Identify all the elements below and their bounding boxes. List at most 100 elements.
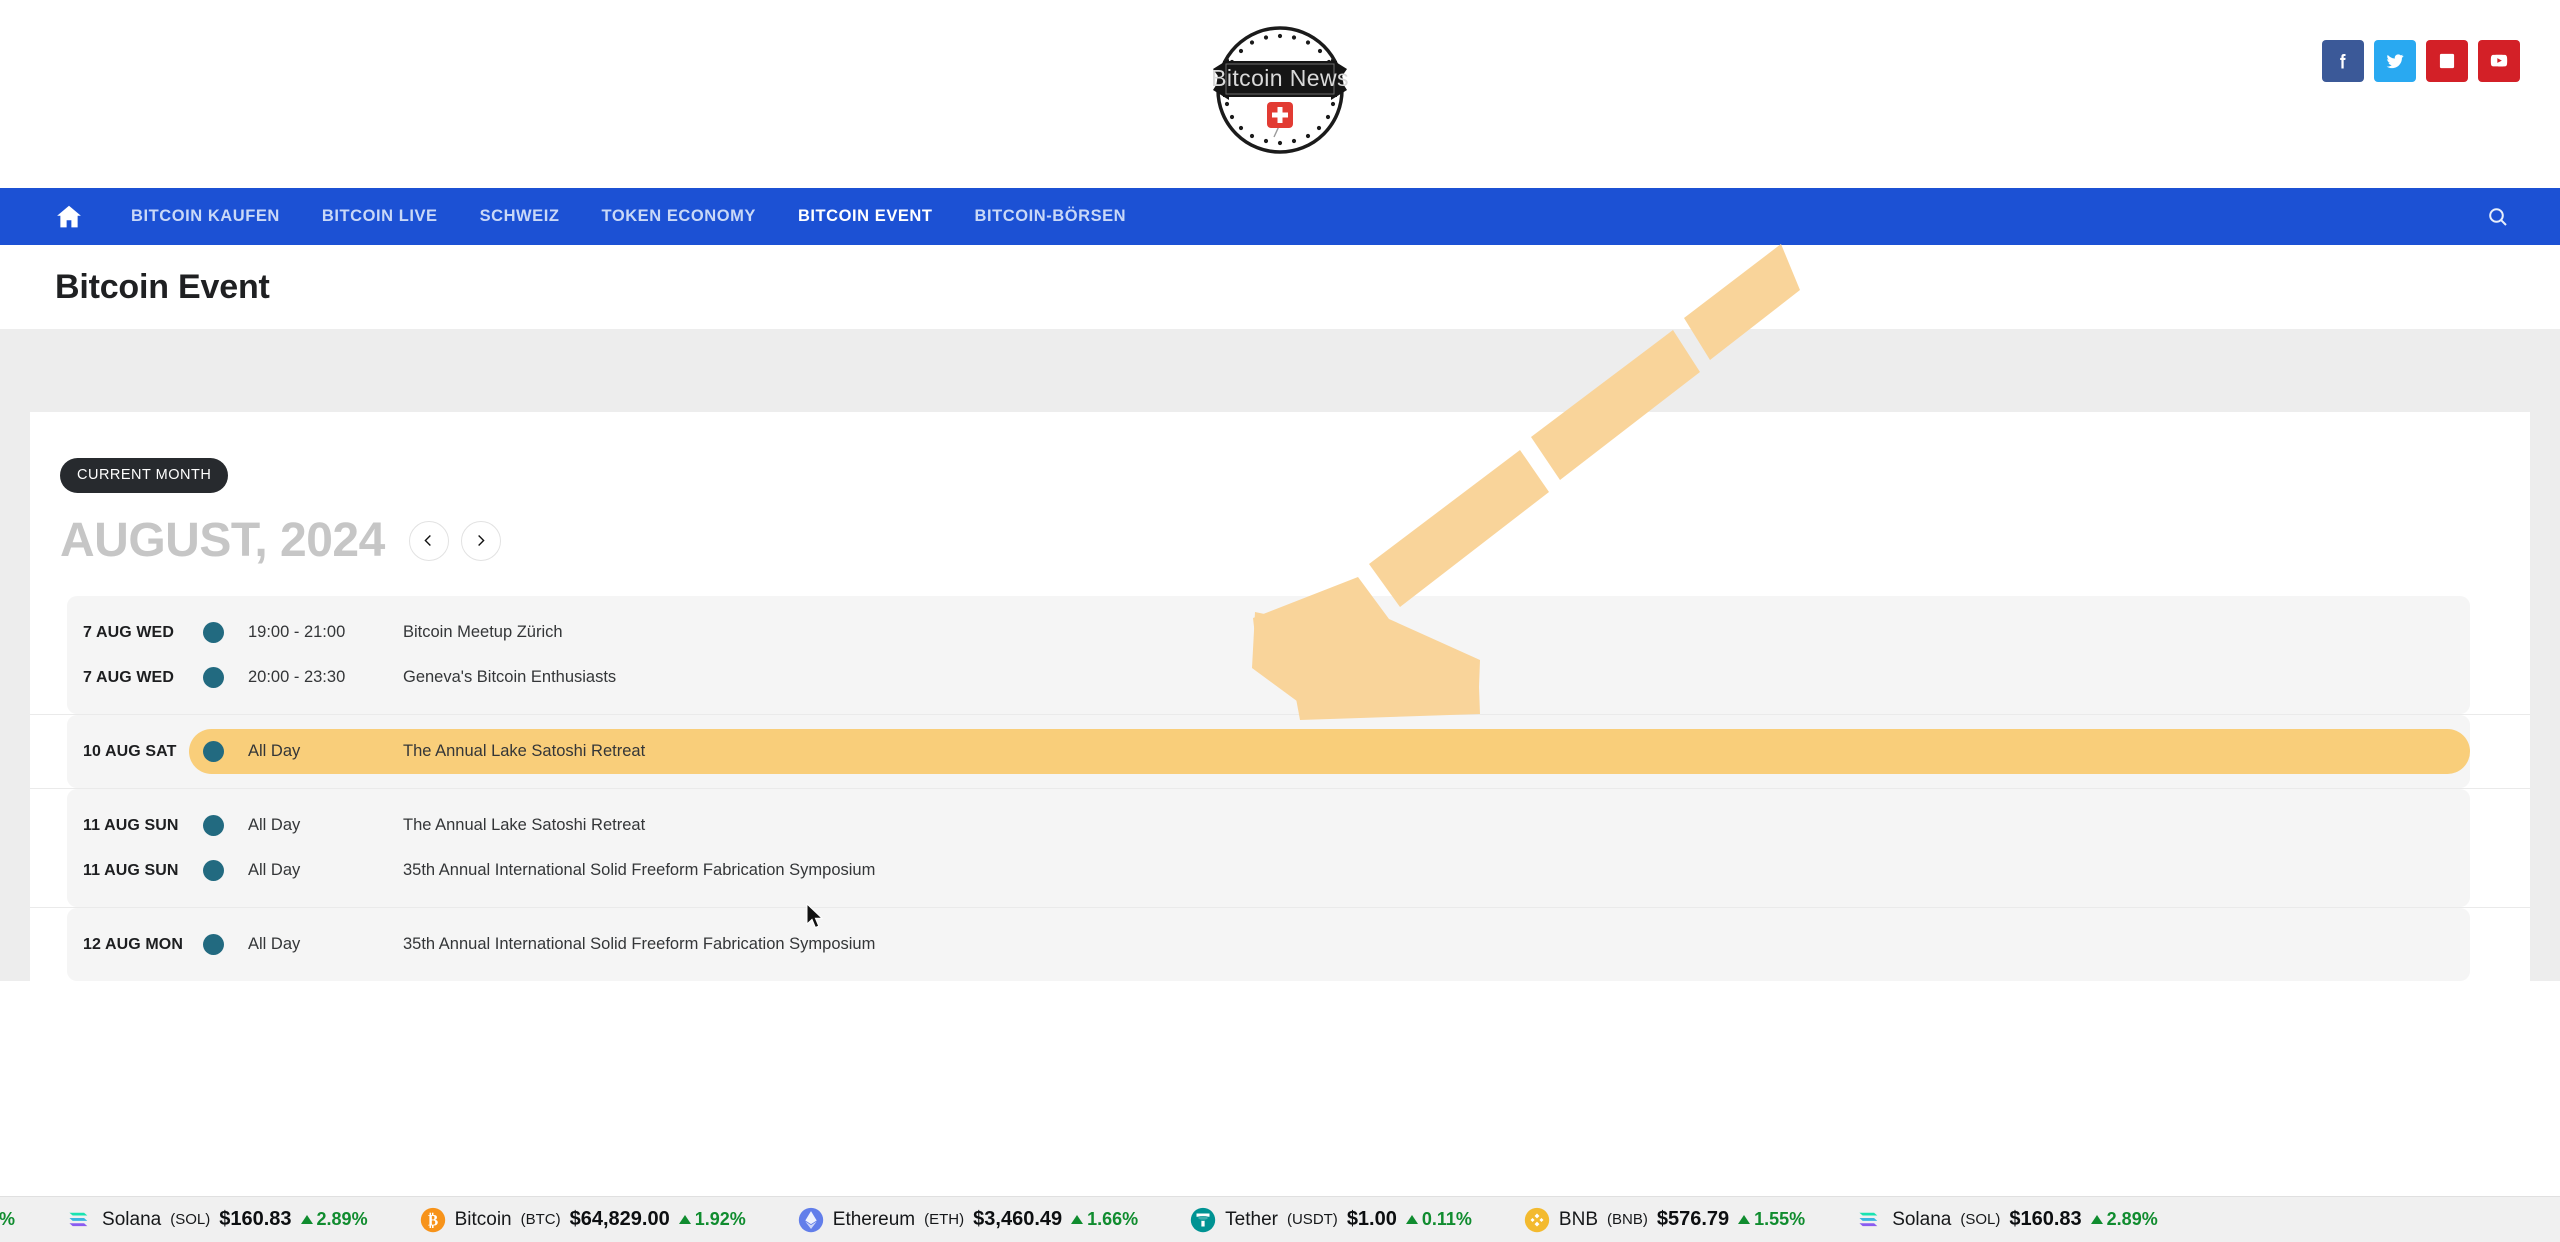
ticker-coin-symbol: (BTC) — [520, 1211, 561, 1228]
ticker-coin-name: Bitcoin — [454, 1208, 512, 1230]
event-date-label: 11 AUG SUN — [83, 816, 179, 834]
social-link-youtube[interactable] — [2478, 40, 2520, 82]
svg-text:Bitcoin News: Bitcoin News — [1211, 65, 1349, 91]
event-row[interactable]: 12 AUG MON All Day 35th Annual Internation… — [67, 922, 2470, 967]
crypto-ticker[interactable]: 1.55% Solana (SOL) $160.83 2.89% ₿ Bitcoin (BTC… — [0, 1196, 2560, 1242]
event-time: All Day — [248, 742, 301, 760]
event-row[interactable]: 7 AUG WED 20:00 - 23:30 Geneva's Bitcoin E… — [67, 655, 2470, 700]
nav-item-bitcoin-event[interactable]: BITCOIN EVENT — [777, 207, 954, 226]
nav-item-bitcoin-kaufen[interactable]: BITCOIN KAUFEN — [110, 207, 301, 226]
event-date-label: 11 AUG SUN — [83, 861, 179, 879]
svg-text:₿: ₿ — [427, 1212, 437, 1229]
event-pill-highlighted[interactable]: All Day The Annual Lake Satoshi Retreat — [189, 729, 2470, 774]
month-header: AUGUST, 2024 — [30, 493, 2530, 568]
ticker-item[interactable]: Ethereum (ETH) $3,460.49 1.66% — [798, 1207, 1166, 1233]
bitcoin-icon: ₿ — [420, 1207, 445, 1232]
social-link-twitter[interactable] — [2374, 40, 2416, 82]
site-header: Bitcoin News — [0, 0, 2560, 188]
event-list: 7 AUG WED 19:00 - 21:00 Bitcoin Meetup Zür… — [30, 596, 2530, 981]
current-month-badge[interactable]: CURRENT MONTH — [60, 458, 229, 493]
ticker-change-value: 1.55% — [0, 1209, 16, 1229]
nav-item-bitcoin-live[interactable]: BITCOIN LIVE — [301, 207, 459, 226]
ticker-coin-price: $64,829.00 — [569, 1208, 670, 1230]
event-dot-icon — [203, 622, 224, 643]
ticker-item[interactable]: 1.55% — [0, 1209, 43, 1230]
event-date-label: 7 AUG WED — [83, 668, 174, 686]
event-row[interactable]: 7 AUG WED 19:00 - 21:00 Bitcoin Meetup Zür… — [67, 610, 2470, 655]
ticker-coin-price: $160.83 — [2009, 1208, 2082, 1230]
event-pill[interactable]: 19:00 - 21:00 Bitcoin Meetup Zürich — [189, 610, 2470, 655]
caret-up-icon — [1071, 1215, 1084, 1224]
event-dot-icon — [203, 860, 224, 881]
nav-links: BITCOIN KAUFEN BITCOIN LIVE SCHWEIZ TOKE… — [110, 207, 1147, 226]
caret-up-icon — [300, 1215, 313, 1224]
event-pill[interactable]: All Day The Annual Lake Satoshi Retreat — [189, 803, 2470, 848]
ticker-item[interactable]: Tether (USDT) $1.00 0.11% — [1190, 1207, 1500, 1233]
ticker-item[interactable]: ₿ Bitcoin (BTC) $64,829.00 1.92% — [420, 1207, 774, 1233]
solana-icon — [69, 1212, 88, 1226]
day-inner: 7 AUG WED 19:00 - 21:00 Bitcoin Meetup Zür… — [67, 596, 2470, 714]
ticker-change-value: 0.11% — [1421, 1209, 1472, 1229]
day-group: 7 AUG WED 19:00 - 21:00 Bitcoin Meetup Zür… — [30, 596, 2530, 715]
event-name[interactable]: Geneva's Bitcoin Enthusiasts — [403, 668, 616, 687]
event-pill[interactable]: All Day 35th Annual International Solid F… — [189, 848, 2470, 893]
event-pill[interactable]: All Day 35th Annual International Solid F… — [189, 922, 2470, 967]
caret-up-icon — [2090, 1215, 2103, 1224]
nav-home-button[interactable] — [46, 194, 92, 240]
event-date-label: 10 AUG SAT — [83, 742, 177, 760]
event-name[interactable]: The Annual Lake Satoshi Retreat — [403, 816, 645, 835]
nav-item-token-economy[interactable]: TOKEN ECONOMY — [581, 207, 777, 226]
ethereum-icon — [798, 1207, 823, 1232]
ticker-coin-change: 2.89% — [300, 1209, 368, 1230]
ticker-item[interactable]: Solana (SOL) $160.83 2.89% — [1857, 1207, 2186, 1233]
social-link-facebook[interactable] — [2322, 40, 2364, 82]
event-dot-icon — [203, 741, 224, 762]
site-logo[interactable]: Bitcoin News — [1182, 14, 1378, 174]
event-name[interactable]: 35th Annual International Solid Freeform… — [403, 861, 875, 880]
day-group: 10 AUG SAT All Day The Annual Lake Satoshi… — [30, 715, 2530, 789]
ticker-coin-name: Solana — [102, 1208, 162, 1230]
ticker-coin-symbol: (BNB) — [1607, 1211, 1648, 1228]
event-row[interactable]: 10 AUG SAT All Day The Annual Lake Satoshi… — [67, 729, 2470, 774]
facebook-icon — [2340, 54, 2346, 69]
chevron-right-icon — [478, 535, 485, 546]
event-name[interactable]: Bitcoin Meetup Zürich — [403, 623, 563, 642]
caret-up-icon — [1738, 1215, 1751, 1224]
search-icon — [2489, 207, 2507, 226]
nav-item-schweiz[interactable]: SCHWEIZ — [459, 207, 581, 226]
previous-month-button[interactable] — [408, 520, 449, 561]
nav-item-bitcoin-boersen[interactable]: BITCOIN-BÖRSEN — [954, 207, 1148, 226]
social-links — [2322, 40, 2520, 82]
badge-row: CURRENT MONTH — [30, 458, 2530, 493]
caret-up-icon — [678, 1215, 691, 1224]
twitter-icon — [2386, 54, 2404, 69]
event-time: All Day — [248, 861, 301, 879]
search-button[interactable] — [2476, 195, 2520, 239]
ticker-change-value: 1.92% — [694, 1209, 746, 1229]
ticker-change-value: 2.89% — [316, 1209, 368, 1229]
event-time: 19:00 - 21:00 — [248, 623, 346, 641]
ticker-item[interactable]: Solana (SOL) $160.83 2.89% — [67, 1207, 396, 1233]
ticker-coin-name: Solana — [1892, 1208, 1952, 1230]
ticker-coin-name: BNB — [1558, 1208, 1598, 1230]
day-inner: 11 AUG SUN All Day The Annual Lake Satoshi… — [67, 789, 2470, 907]
event-row[interactable]: 11 AUG SUN All Day The Annual Lake Satoshi… — [67, 803, 2470, 848]
linkedin-icon — [2439, 53, 2455, 69]
ticker-coin-price: $576.79 — [1656, 1208, 1730, 1230]
next-month-button[interactable] — [460, 520, 501, 561]
event-pill[interactable]: 20:00 - 23:30 Geneva's Bitcoin Enthusiast… — [189, 655, 2470, 700]
bitcoin-news-badge-icon: Bitcoin News — [1211, 26, 1349, 154]
main-navigation: BITCOIN KAUFEN BITCOIN LIVE SCHWEIZ TOKE… — [0, 188, 2560, 245]
event-row[interactable]: 11 AUG SUN All Day 35th Annual Internation… — [67, 848, 2470, 893]
section-divider-band — [0, 329, 2560, 412]
social-link-linkedin[interactable] — [2426, 40, 2468, 82]
ticker-coin-change: 1.55% — [1738, 1209, 1805, 1230]
event-name[interactable]: The Annual Lake Satoshi Retreat — [403, 742, 645, 761]
page-title-section: Bitcoin Event — [0, 245, 2560, 329]
event-name[interactable]: 35th Annual International Solid Freeform… — [403, 935, 875, 954]
caret-up-icon — [1405, 1215, 1418, 1224]
solana-icon — [1859, 1212, 1878, 1226]
ticker-coin-symbol: (ETH) — [924, 1211, 965, 1228]
event-time: All Day — [248, 816, 301, 834]
ticker-item[interactable]: BNB (BNB) $576.79 1.55% — [1524, 1207, 1833, 1233]
